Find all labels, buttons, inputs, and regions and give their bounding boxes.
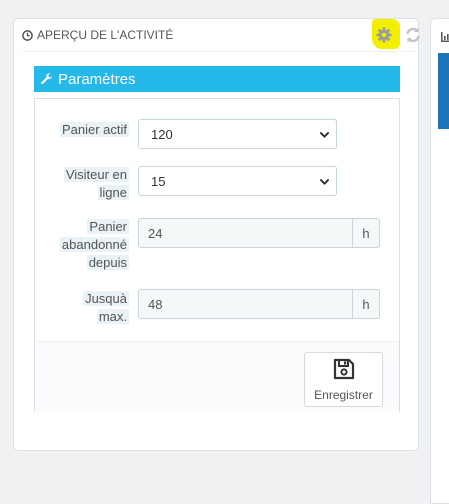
config-header: Paramètres bbox=[34, 66, 400, 92]
wrench-icon bbox=[40, 72, 53, 86]
abandoned-cart-min-input[interactable]: 24 bbox=[138, 218, 353, 248]
form-footer: Enregistrer bbox=[35, 341, 399, 413]
panel-title-text: APERÇU DE L'ACTIVITÉ bbox=[37, 28, 174, 42]
bar-chart-icon bbox=[441, 29, 449, 47]
activity-overview-panel: APERÇU DE L'ACTIVITÉ Paramètres Panier a… bbox=[13, 18, 420, 451]
floppy-disk-icon bbox=[332, 357, 356, 384]
gear-icon[interactable] bbox=[375, 26, 393, 44]
panel-header: APERÇU DE L'ACTIVITÉ bbox=[22, 19, 420, 52]
config-form: Panier actif 120 Visiteur en ligne 15 Pa… bbox=[34, 98, 400, 413]
abandoned-cart-max-label: Jusquà max. bbox=[83, 291, 129, 324]
clock-icon bbox=[22, 29, 33, 41]
adjacent-panel-chart bbox=[438, 53, 449, 129]
save-button[interactable]: Enregistrer bbox=[304, 352, 383, 407]
chevron-down-icon bbox=[319, 178, 330, 185]
online-visitor-label: Visiteur en ligne bbox=[63, 167, 129, 200]
hours-addon: h bbox=[353, 218, 380, 248]
panel-title: APERÇU DE L'ACTIVITÉ bbox=[22, 28, 173, 42]
abandoned-cart-max-input[interactable]: 48 bbox=[138, 289, 353, 319]
refresh-icon[interactable] bbox=[404, 26, 422, 44]
active-cart-label: Panier actif bbox=[59, 122, 129, 137]
hours-addon: h bbox=[353, 289, 380, 319]
abandoned-cart-min-label: Panier abandonné depuis bbox=[59, 219, 129, 270]
save-button-label: Enregistrer bbox=[314, 388, 373, 402]
config-title: Paramètres bbox=[58, 70, 136, 88]
chevron-down-icon bbox=[319, 131, 330, 138]
active-cart-select[interactable]: 120 bbox=[138, 119, 337, 149]
online-visitor-select[interactable]: 15 bbox=[138, 166, 337, 196]
